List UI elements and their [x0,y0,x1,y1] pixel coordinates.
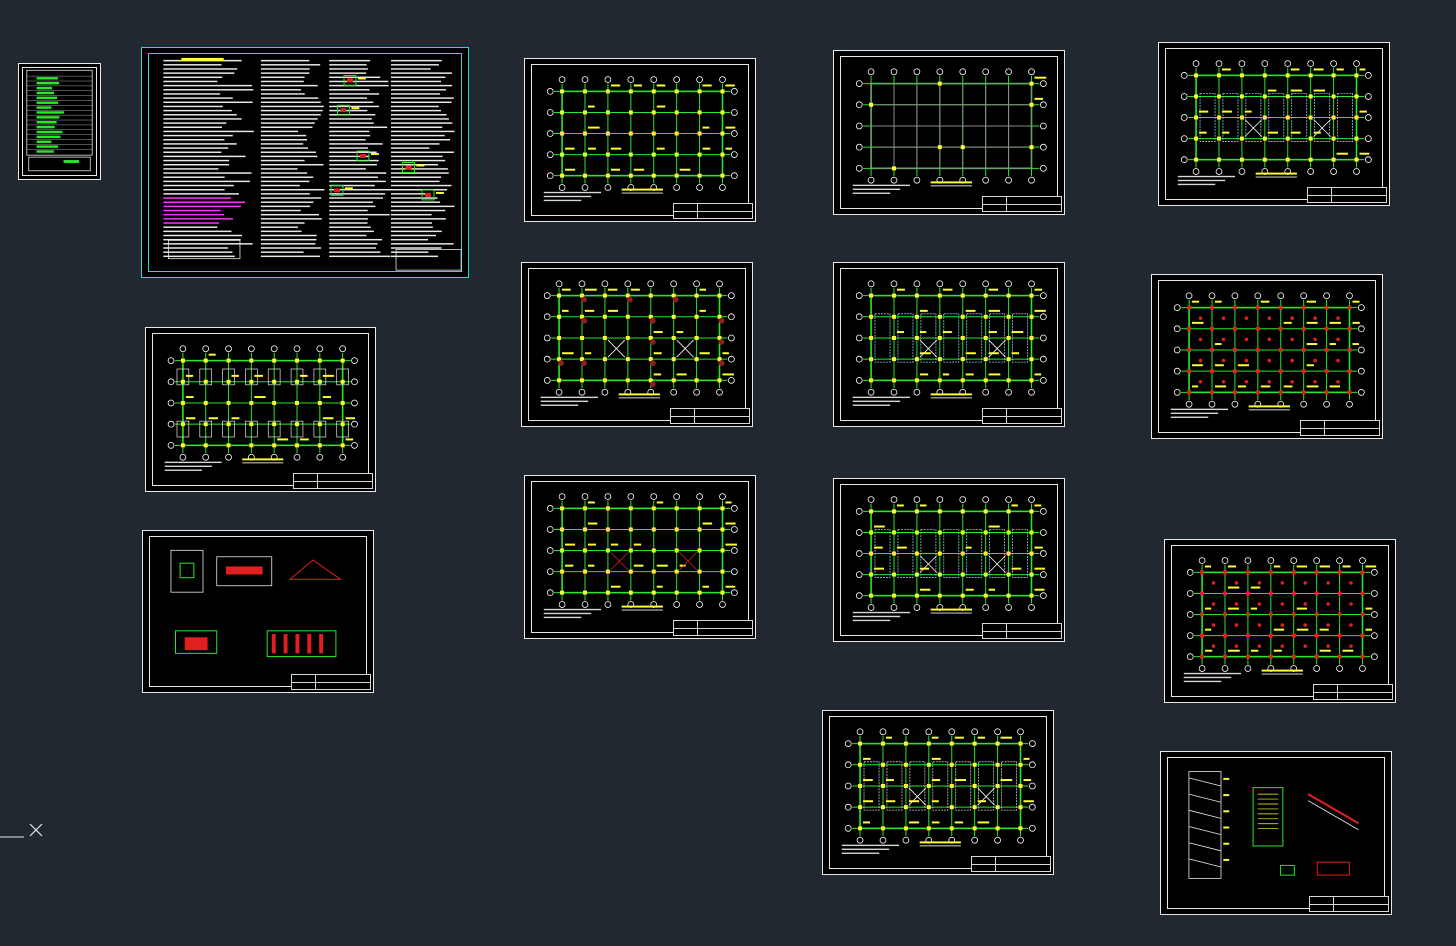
sheet-column-plan-2[interactable] [521,262,753,427]
title-block [669,408,750,424]
beam-plan-2-drawing [852,280,1047,406]
column-plan-3-drawing [543,493,738,619]
sheet-slab-plan-1[interactable] [1151,274,1383,439]
sheet-stair-details[interactable] [1160,751,1392,915]
sheet-column-plan-3[interactable] [524,475,756,639]
sheet-design-notes[interactable] [141,47,469,278]
ucs-axis-icon[interactable] [0,820,46,842]
sheet-roof-plan-1[interactable] [1158,42,1390,206]
title-block [981,196,1062,212]
title-block [981,408,1062,424]
sheet-slab-plan-2[interactable] [1164,539,1396,703]
sheet-beam-plan-3[interactable] [833,478,1065,642]
sheet-foundation-plan[interactable] [145,327,376,492]
sheet-beam-plan-4[interactable] [822,710,1054,875]
title-block [672,620,753,636]
sheet-foundation-details[interactable] [142,530,374,693]
model-space-canvas[interactable] [0,0,1456,946]
index-table-drawing [26,69,93,172]
title-block [1308,896,1389,912]
sheet-column-plan-1[interactable] [524,58,756,222]
title-block [290,674,371,690]
sheet-floor-plan-grey[interactable] [833,50,1065,215]
floor-plan-grey-drawing [852,68,1047,194]
title-block [293,473,373,489]
stair-details-drawing [1188,771,1359,879]
title-block [1299,420,1380,436]
slab-plan-1-drawing [1170,292,1365,418]
sheet-index-table[interactable] [18,63,101,180]
design-notes-drawing [163,57,462,271]
foundation-plan-drawing [164,345,358,471]
title-block [672,203,753,219]
beam-plan-4-drawing [841,728,1036,854]
roof-plan-1-drawing [1177,60,1372,186]
title-block [970,856,1051,872]
column-plan-1-drawing [543,76,738,202]
beam-plan-3-drawing [852,496,1047,622]
title-block [1306,187,1387,203]
title-block [981,623,1062,639]
slab-plan-2-drawing [1183,557,1378,683]
title-block [1312,684,1393,700]
foundation-details-drawing [170,549,343,658]
sheet-beam-plan-2[interactable] [833,262,1065,427]
column-plan-2-drawing [540,280,735,406]
